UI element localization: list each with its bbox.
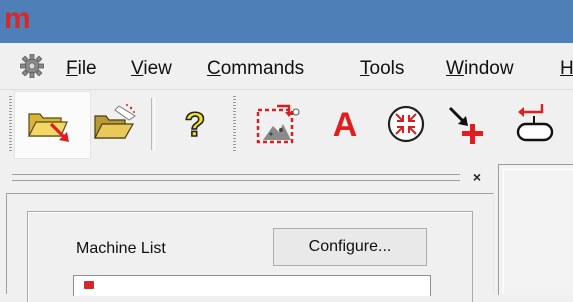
menu-file[interactable]: File	[66, 58, 97, 80]
gear-icon[interactable]	[19, 53, 45, 79]
text-a-icon[interactable]: A	[327, 103, 367, 144]
open-folder-sparkle-icon[interactable]	[91, 102, 136, 142]
machine-list[interactable]	[73, 275, 431, 296]
menu-commands[interactable]: Commands	[207, 58, 304, 80]
svg-text:A: A	[333, 106, 358, 143]
menu-help[interactable]: H	[560, 58, 573, 80]
menu-tools[interactable]: Tools	[360, 58, 404, 80]
machine-list-label: Machine List	[76, 240, 166, 257]
toolbar-grip[interactable]	[9, 96, 12, 152]
close-icon[interactable]: ×	[469, 168, 485, 186]
toolbar-grip-2[interactable]	[233, 96, 236, 152]
svg-text:?: ?	[185, 106, 206, 144]
right-dock-panel	[498, 164, 573, 295]
right-dock-inner	[503, 169, 573, 294]
menu-view[interactable]: View	[131, 58, 172, 80]
zoom-fit-circle-icon[interactable]	[383, 101, 425, 143]
open-folder-arrow-icon[interactable]	[27, 102, 69, 142]
configure-button[interactable]: Configure...	[273, 228, 427, 266]
panel-header[interactable]	[6, 165, 493, 193]
panel-grip[interactable]	[12, 174, 460, 181]
title-bar	[0, 0, 573, 43]
loop-return-icon[interactable]	[512, 100, 554, 142]
add-point-arrow-icon[interactable]	[444, 100, 484, 144]
menu-window[interactable]: Window	[446, 58, 514, 80]
toolbar-separator	[151, 98, 155, 150]
help-question-icon[interactable]: ?	[180, 104, 220, 145]
app-logo: m	[4, 2, 31, 35]
select-area-icon[interactable]	[255, 100, 300, 144]
